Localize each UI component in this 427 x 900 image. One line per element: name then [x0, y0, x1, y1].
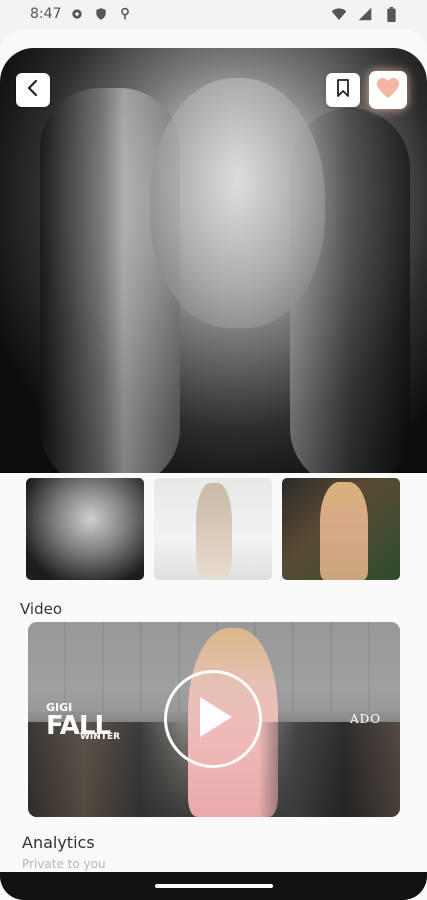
home-indicator[interactable]: [155, 884, 273, 888]
wifi-icon: [331, 6, 347, 22]
analytics-title: Analytics: [22, 833, 95, 852]
play-button[interactable]: [164, 670, 262, 768]
video-brand-overlay: GIGI FALL WINTER: [46, 702, 120, 742]
analytics-subtitle: Private to you: [22, 857, 106, 871]
shield-icon: [93, 6, 109, 22]
thumbnail-person: [320, 482, 368, 580]
back-arrow-icon: [25, 79, 41, 101]
brand-line-3: WINTER: [80, 732, 121, 742]
location-icon: [117, 6, 133, 22]
hero-photo: [0, 48, 427, 473]
gallery-thumbnail[interactable]: [26, 478, 144, 580]
favorite-button[interactable]: [369, 71, 407, 109]
settings-gear-icon: [69, 6, 85, 22]
video-watermark: ADO: [350, 712, 382, 726]
bookmark-button[interactable]: [326, 73, 360, 107]
gallery-thumbnail[interactable]: [282, 478, 400, 580]
play-icon: [192, 694, 234, 744]
status-bar: 8:47: [0, 0, 427, 30]
thumbnail-dress: [196, 483, 232, 578]
video-player[interactable]: GIGI FALL WINTER ADO: [28, 622, 400, 817]
gallery-thumbnail[interactable]: [154, 478, 272, 580]
battery-icon: [383, 6, 399, 22]
heart-icon: [376, 77, 400, 103]
hero-face: [150, 78, 325, 328]
photo-gallery: [26, 478, 400, 580]
signal-icon: [357, 6, 373, 22]
status-time: 8:47: [30, 6, 62, 22]
bookmark-icon: [336, 79, 350, 101]
back-button[interactable]: [16, 73, 50, 107]
video-section-title: Video: [20, 600, 63, 618]
